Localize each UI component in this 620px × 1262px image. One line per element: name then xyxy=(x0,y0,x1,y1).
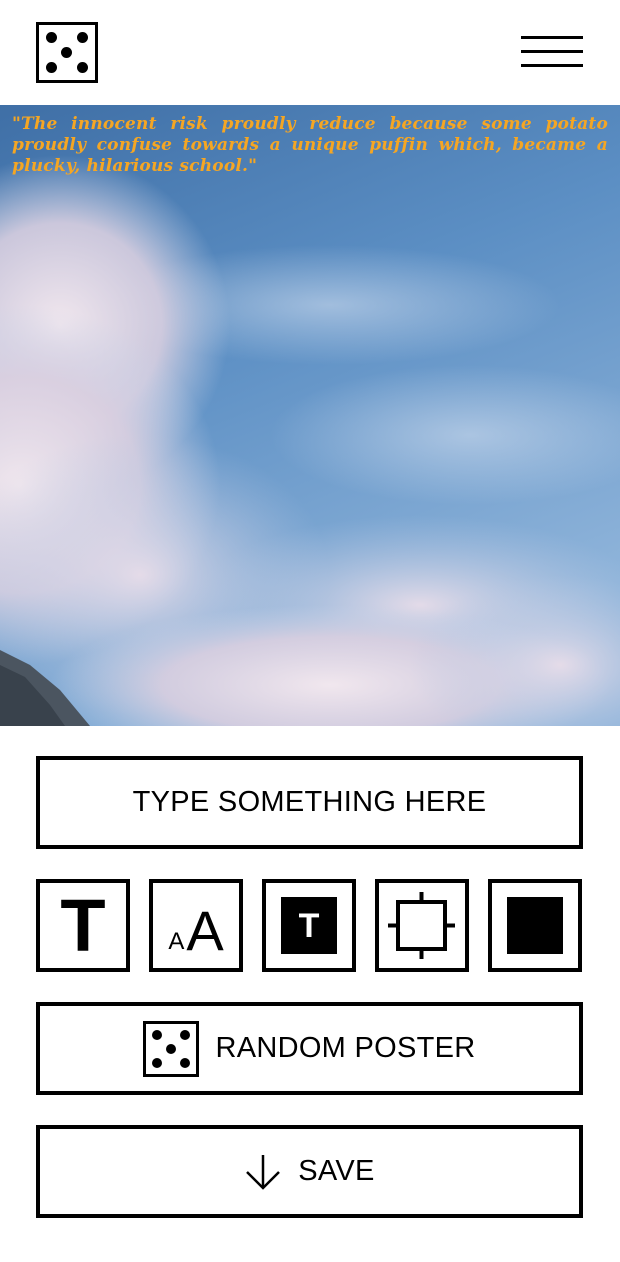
save-label: SAVE xyxy=(298,1155,375,1187)
fill-color-button[interactable] xyxy=(488,879,582,972)
text-background-icon: T xyxy=(281,897,337,954)
dice-pip xyxy=(46,32,57,43)
text-background-button[interactable]: T xyxy=(262,879,356,972)
font-size-large-glyph: A xyxy=(186,899,224,963)
dice-pip xyxy=(166,1043,177,1054)
font-size-small-glyph: A xyxy=(168,928,185,955)
text-input-field[interactable]: TYPE SOMETHING HERE xyxy=(36,756,583,849)
dice-pip xyxy=(152,1029,163,1040)
dice-five-icon xyxy=(143,1020,200,1077)
hamburger-menu-icon[interactable] xyxy=(521,36,583,68)
sky-photo xyxy=(0,105,620,726)
menu-line xyxy=(521,64,583,67)
crop-frame-icon xyxy=(388,892,455,959)
font-family-icon: T xyxy=(40,883,126,968)
arrow-down-icon xyxy=(246,1154,281,1190)
dice-pip xyxy=(46,62,57,73)
font-family-glyph: T xyxy=(60,883,106,967)
menu-line xyxy=(521,50,583,53)
random-poster-label: RANDOM POSTER xyxy=(215,1032,476,1064)
dice-pip xyxy=(180,1057,191,1068)
dice-logo-icon[interactable] xyxy=(36,22,98,83)
fill-square-icon xyxy=(507,897,563,954)
random-poster-button[interactable]: RANDOM POSTER xyxy=(36,1002,583,1095)
text-background-glyph: T xyxy=(298,906,320,945)
font-size-button[interactable]: A A xyxy=(149,879,243,972)
text-input-placeholder: TYPE SOMETHING HERE xyxy=(132,786,487,818)
menu-line xyxy=(521,36,583,39)
dice-pip xyxy=(152,1057,163,1068)
save-button[interactable]: SAVE xyxy=(36,1125,583,1218)
dice-pip xyxy=(61,47,72,58)
dice-pip xyxy=(180,1029,191,1040)
poster-quote: "The innocent risk proudly reduce becaus… xyxy=(12,114,608,176)
font-family-button[interactable]: T xyxy=(36,879,130,972)
font-size-icon: A A xyxy=(153,883,239,968)
dice-pip xyxy=(77,62,88,73)
dice-pip xyxy=(77,32,88,43)
poster-preview: "The innocent risk proudly reduce becaus… xyxy=(0,105,620,726)
app-header xyxy=(0,0,620,105)
crop-frame-button[interactable] xyxy=(375,879,469,972)
